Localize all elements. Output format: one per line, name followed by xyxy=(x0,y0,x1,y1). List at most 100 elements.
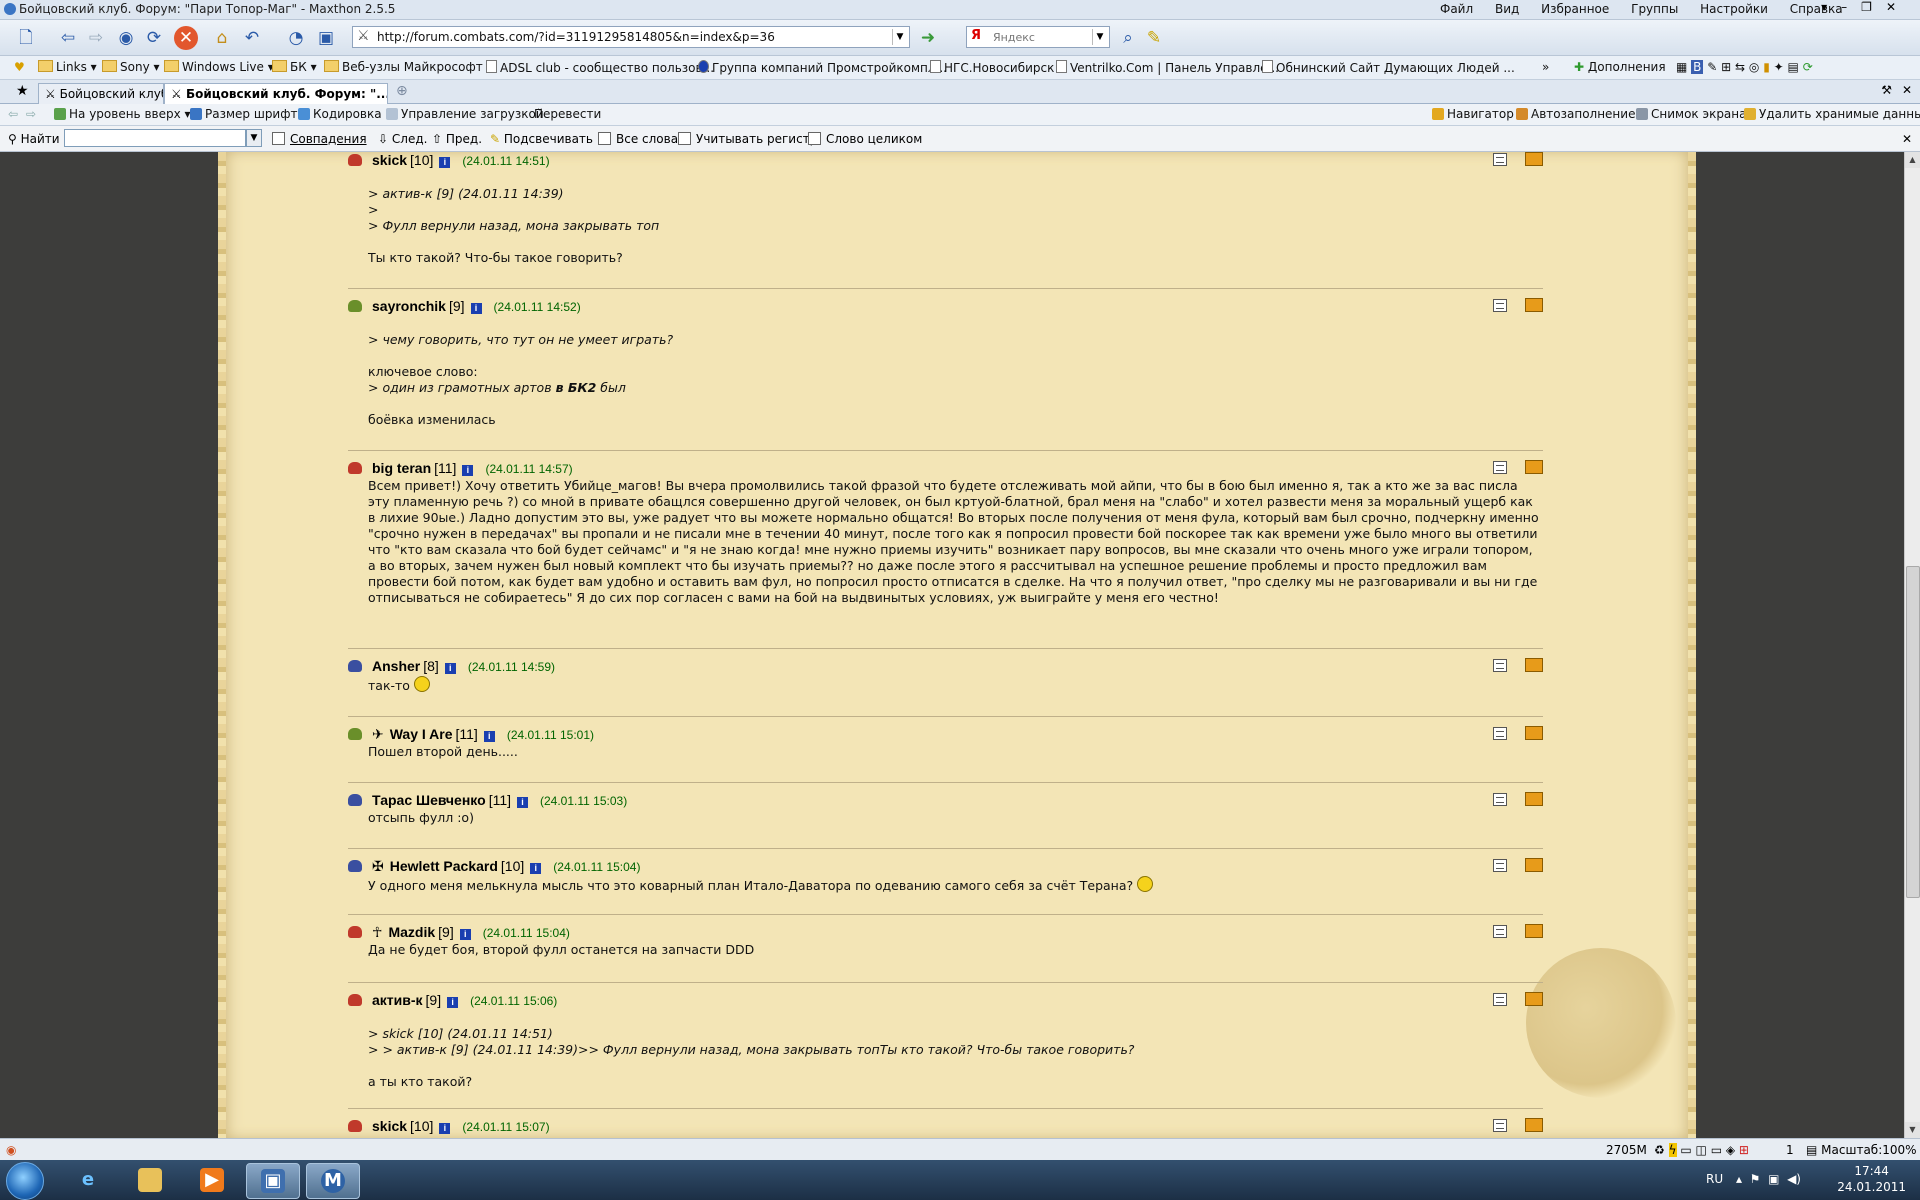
url-dropdown-icon[interactable]: ▼ xyxy=(892,29,907,45)
plugin-grid-icon[interactable]: ▦ xyxy=(1676,60,1687,74)
author-nick[interactable]: Тарас Шевченко xyxy=(372,792,486,808)
flag-icon[interactable]: ⚑ xyxy=(1750,1172,1761,1186)
clan-icon[interactable] xyxy=(348,926,362,938)
user-info-icon[interactable]: i xyxy=(462,465,474,476)
taskbar-maxthon[interactable]: M xyxy=(306,1163,360,1199)
find-dropdown-icon[interactable]: ▼ xyxy=(246,129,262,147)
search-dropdown-icon[interactable]: ▼ xyxy=(1092,29,1107,45)
plugin-table-icon[interactable]: ⊞ xyxy=(1721,60,1731,74)
scroll-up-icon[interactable]: ▲ xyxy=(1905,152,1920,168)
screen-icon[interactable]: ▭ xyxy=(1680,1143,1691,1157)
translate-button[interactable]: Перевести xyxy=(534,107,601,121)
clan-icon[interactable] xyxy=(348,1120,362,1132)
quote-reply-icon[interactable] xyxy=(1493,727,1507,740)
private-message-icon[interactable] xyxy=(1525,858,1543,872)
fav-ventrilko[interactable]: Ventrilko.Com | Панель Управле... xyxy=(1056,60,1279,75)
back-button[interactable]: ⇦ xyxy=(56,26,80,50)
menu-groups[interactable]: Группы xyxy=(1631,2,1678,16)
lightning-icon[interactable]: ϟ xyxy=(1668,1143,1677,1157)
clock[interactable]: 17:44 24.01.2011 xyxy=(1837,1163,1906,1195)
quote-reply-icon[interactable] xyxy=(1493,1119,1507,1132)
menu-arrow-icon[interactable]: ▾ xyxy=(1821,0,1841,14)
author-nick[interactable]: Ansher xyxy=(372,658,420,674)
folder-status-icon[interactable]: ▭ xyxy=(1711,1143,1722,1157)
user-info-icon[interactable]: i xyxy=(439,157,451,168)
find-input[interactable] xyxy=(64,129,246,147)
stop-button[interactable]: ✕ xyxy=(174,26,198,50)
private-message-icon[interactable] xyxy=(1525,1118,1543,1132)
find-next-button[interactable]: ⇩ След. xyxy=(378,132,427,146)
navigator-button[interactable]: Навигатор xyxy=(1432,107,1514,121)
menu-view[interactable]: Вид xyxy=(1495,2,1519,16)
minimize-button[interactable]: – xyxy=(1841,0,1861,14)
plugin-refresh-icon[interactable]: ⟳ xyxy=(1803,60,1813,74)
quote-reply-icon[interactable] xyxy=(1493,461,1507,474)
tools-forward-icon[interactable]: ⇨ xyxy=(26,107,36,121)
plugin-pen-icon[interactable]: ✎ xyxy=(1707,60,1717,74)
plugin-link-icon[interactable]: ⇆ xyxy=(1735,60,1745,74)
quote-reply-icon[interactable] xyxy=(1493,993,1507,1006)
menu-file[interactable]: Файл xyxy=(1440,2,1473,16)
quote-reply-icon[interactable] xyxy=(1493,859,1507,872)
search-input[interactable] xyxy=(991,30,1085,45)
favorite-star-icon[interactable]: ★ xyxy=(16,83,29,99)
author-nick[interactable]: Way I Are xyxy=(390,726,453,742)
private-message-icon[interactable] xyxy=(1525,298,1543,312)
author-nick[interactable]: актив-к xyxy=(372,992,423,1008)
url-input[interactable] xyxy=(375,29,879,45)
splitter-icon[interactable]: ◫ xyxy=(1696,1143,1707,1157)
match-case-checkbox[interactable]: Учитывать регистр xyxy=(678,132,817,146)
quote-reply-icon[interactable] xyxy=(1493,299,1507,312)
blocked-icon[interactable]: ⊞ xyxy=(1739,1143,1749,1157)
go-button[interactable]: ➜ xyxy=(916,26,940,50)
menu-settings[interactable]: Настройки xyxy=(1700,2,1768,16)
private-message-icon[interactable] xyxy=(1525,992,1543,1006)
clan-icon[interactable] xyxy=(348,660,362,672)
fav-sony[interactable]: Sony ▾ xyxy=(102,60,160,74)
quote-reply-icon[interactable] xyxy=(1493,925,1507,938)
fav-promstroy[interactable]: Группа компаний Промстройкомпл... xyxy=(698,60,947,75)
fav-obninsk[interactable]: Обнинский Сайт Думающих Людей ... xyxy=(1262,60,1515,75)
user-info-icon[interactable]: i xyxy=(459,929,471,940)
tray-expand-icon[interactable]: ▴ xyxy=(1736,1172,1742,1186)
font-size-button[interactable]: Размер шрифта xyxy=(190,107,305,121)
schedule-button[interactable]: ◔ xyxy=(284,26,308,50)
highlight-button[interactable]: ✎ xyxy=(1142,26,1166,50)
tab-tools-icon[interactable]: ⚒ xyxy=(1881,83,1892,97)
up-level-button[interactable]: На уровень вверх ▾ xyxy=(54,107,191,121)
search-box[interactable]: Я ▼ xyxy=(966,26,1110,48)
user-info-icon[interactable]: i xyxy=(444,663,456,674)
search-button[interactable]: ⌕ xyxy=(1116,26,1140,50)
plugin-frame-icon[interactable]: ▤ xyxy=(1788,60,1799,74)
scroll-thumb[interactable] xyxy=(1906,566,1920,898)
menu-favorites[interactable]: Избранное xyxy=(1541,2,1609,16)
fav-links[interactable]: Links ▾ xyxy=(38,60,97,74)
favorites-more-icon[interactable]: » xyxy=(1542,60,1549,74)
network-icon[interactable]: ▣ xyxy=(1768,1172,1779,1186)
fav-adsl-club[interactable]: ADSL club - сообщество пользов... xyxy=(486,60,714,75)
recycle-icon[interactable]: ♻ xyxy=(1654,1143,1665,1157)
close-find-icon[interactable]: ✕ xyxy=(1902,132,1912,146)
address-bar[interactable]: ⚔ ▼ xyxy=(352,26,910,48)
new-tab-button[interactable]: 🗋 xyxy=(14,26,38,50)
history-dropdown-button[interactable]: ◉ xyxy=(114,26,138,50)
fav-ngs[interactable]: НГС.Новосибирск xyxy=(930,60,1054,75)
private-message-icon[interactable] xyxy=(1525,726,1543,740)
quote-reply-icon[interactable] xyxy=(1493,659,1507,672)
undo-button[interactable]: ↶ xyxy=(240,26,264,50)
taskbar-explorer[interactable] xyxy=(124,1163,176,1197)
whole-word-checkbox[interactable]: Слово целиком xyxy=(808,132,922,146)
encoding-button[interactable]: Кодировка xyxy=(298,107,382,121)
zoom-level[interactable]: ▤ Масштаб:100% xyxy=(1806,1143,1917,1157)
home-button[interactable]: ⌂ xyxy=(210,26,234,50)
private-message-icon[interactable] xyxy=(1525,460,1543,474)
tools-back-icon[interactable]: ⇦ xyxy=(8,107,18,121)
user-info-icon[interactable]: i xyxy=(483,731,495,742)
fav-bk[interactable]: БК ▾ xyxy=(272,60,317,74)
plugin-compass-icon[interactable]: ◎ xyxy=(1749,60,1759,74)
restore-button[interactable]: ❐ xyxy=(1861,0,1886,14)
input-language[interactable]: RU xyxy=(1706,1172,1723,1186)
close-all-tabs-icon[interactable]: ✕ xyxy=(1902,83,1912,97)
clan-icon[interactable] xyxy=(348,794,362,806)
download-manager-button[interactable]: Управление загрузкой xyxy=(386,107,544,121)
